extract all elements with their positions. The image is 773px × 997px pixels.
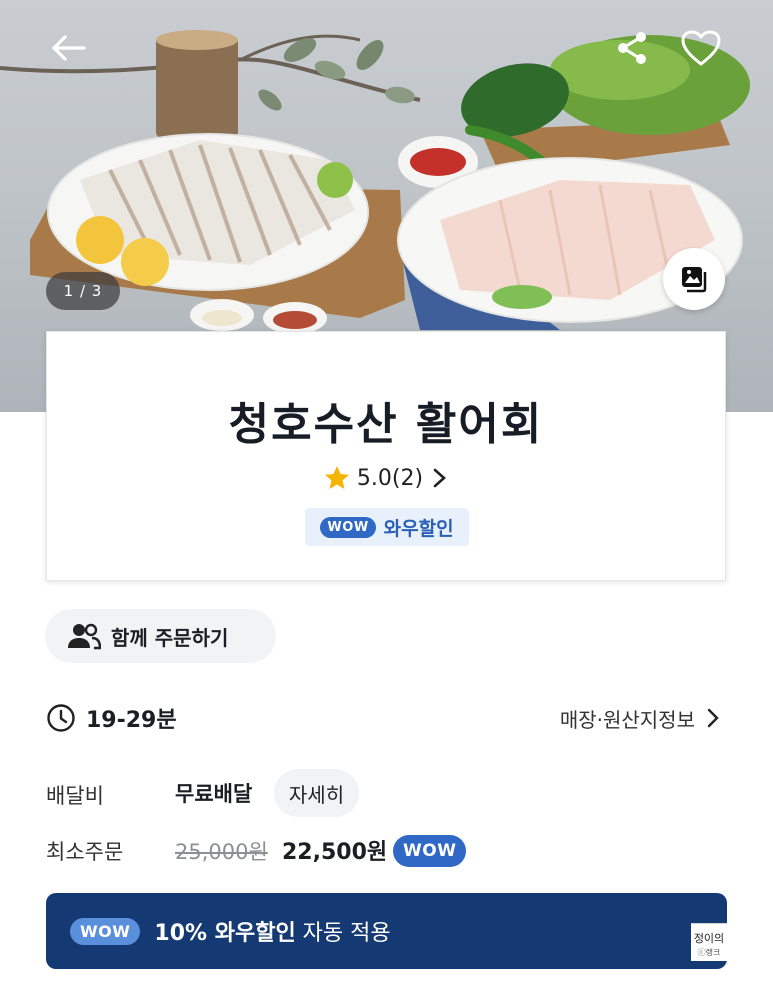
store-origin-info-link[interactable]: 매장·원산지정보 (560, 700, 721, 736)
share-button[interactable] (606, 24, 658, 72)
star-icon (324, 466, 349, 489)
delivery-time-text: 19-29분 (86, 708, 177, 733)
ad-tag-text: 정이의 (693, 932, 725, 945)
gallery-button[interactable] (663, 248, 725, 310)
wow-pill: WOW (393, 835, 467, 867)
back-arrow-icon (52, 35, 86, 61)
group-order-label: 함께 주문하기 (111, 625, 229, 650)
back-button[interactable] (40, 24, 96, 72)
banner-text: 10% 와우할인 자동 적용 (154, 915, 390, 947)
ad-tag-subtext: ⓒ랭크 (697, 948, 721, 957)
min-order-discounted-price: 22,500원 (282, 840, 388, 865)
heart-icon (681, 30, 721, 66)
rating-value: 5.0(2) (356, 465, 424, 491)
clock-icon (47, 704, 75, 732)
min-order-original-price: 25,000원 (175, 840, 268, 864)
banner-text-strong: 10% 와우할인 (154, 921, 296, 946)
chevron-right-icon (707, 708, 719, 728)
banner-text-rest: 자동 적용 (295, 921, 391, 946)
rating-link[interactable]: 5.0(2) (47, 460, 725, 496)
wow-pill: WOW (70, 917, 141, 945)
share-icon (618, 32, 646, 64)
wow-discount-badge: WOW 와우할인 (305, 508, 469, 546)
delivery-fee-label: 배달비 (46, 784, 104, 808)
image-counter: 1 / 3 (46, 272, 120, 310)
wow-discount-label: 와우할인 (383, 517, 454, 540)
delivery-fee-detail-button[interactable]: 자세히 (274, 769, 359, 817)
store-name: 청호수산 활어회 (228, 399, 544, 450)
chevron-right-icon (433, 468, 447, 488)
group-users-icon (68, 623, 101, 650)
wow-discount-banner[interactable]: WOW 10% 와우할인 자동 적용 정이의 ⓒ랭크 (46, 893, 727, 969)
delivery-time: 19-29분 (46, 700, 177, 736)
group-order-button[interactable]: 함께 주문하기 (45, 609, 276, 663)
store-origin-info-label: 매장·원산지정보 (559, 707, 695, 732)
wow-pill: WOW (320, 516, 376, 538)
delivery-fee-value: 무료배달 (175, 782, 253, 806)
favorite-button[interactable] (675, 22, 727, 74)
ad-tag: 정이의 ⓒ랭크 (691, 923, 727, 961)
min-order-label: 최소주문 (46, 840, 124, 864)
gallery-icon (682, 267, 707, 293)
store-info-card: 청호수산 활어회 5.0(2) WOW 와우할인 (46, 331, 726, 581)
